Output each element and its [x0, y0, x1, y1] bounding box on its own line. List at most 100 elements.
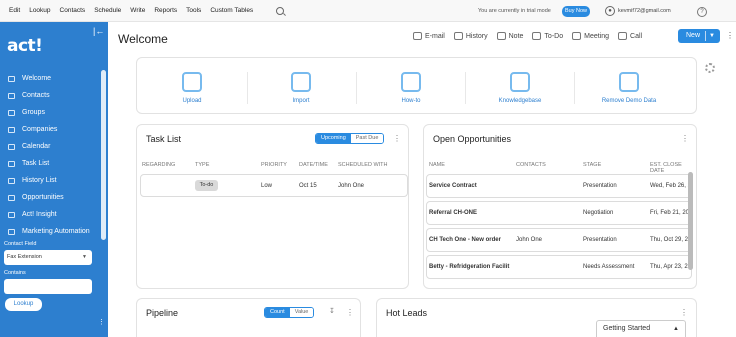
- menu-edit[interactable]: Edit: [9, 7, 20, 14]
- opportunity-name[interactable]: Referral CH-ONE: [429, 210, 477, 216]
- close-date-cell: Thu, Apr 23, 2: [650, 264, 688, 270]
- contact-field-label: Contact Field: [4, 241, 37, 247]
- chevron-down-icon[interactable]: ▼: [709, 29, 715, 43]
- buy-now-button[interactable]: Buy Now: [562, 6, 590, 17]
- new-button[interactable]: New ▼: [678, 29, 720, 43]
- tab-upcoming[interactable]: Upcoming: [316, 134, 351, 143]
- todo-button[interactable]: To-Do: [532, 30, 563, 42]
- sidebar-scrollbar[interactable]: [101, 70, 106, 240]
- stage-cell: Presentation: [583, 183, 617, 189]
- collapse-sidebar-icon[interactable]: |←: [93, 26, 104, 36]
- action-label: E-mail: [425, 32, 445, 40]
- quick-links-panel: Upload Import How-to Knowledgebase Remov…: [136, 57, 697, 114]
- remove-data-icon: [619, 72, 639, 92]
- more-vertical-icon[interactable]: ⋮: [681, 134, 689, 143]
- menu-lookup[interactable]: Lookup: [29, 7, 50, 14]
- sidebar-item-label: Groups: [22, 109, 45, 116]
- sidebar-item-label: Calendar: [22, 143, 51, 150]
- history-button[interactable]: History: [453, 30, 488, 42]
- column-header[interactable]: STAGE: [583, 162, 601, 168]
- history-icon: [453, 32, 463, 40]
- meeting-button[interactable]: Meeting: [572, 30, 609, 42]
- more-vertical-icon[interactable]: ⋮: [726, 31, 734, 40]
- more-vertical-icon[interactable]: ⋮: [346, 308, 354, 317]
- lightbulb-icon: [401, 72, 421, 92]
- lookup-button[interactable]: Lookup: [5, 298, 42, 311]
- opportunity-name[interactable]: Betty - Refridgeration Facilit: [429, 264, 509, 270]
- scrollbar[interactable]: [688, 172, 693, 270]
- contact-field-select[interactable]: Fax Extension ▼: [4, 250, 92, 265]
- header-actions: E-mail History Note To-Do Meeting Call: [413, 30, 651, 42]
- menu-custom-tables[interactable]: Custom Tables: [210, 7, 253, 14]
- card-title: Task List: [146, 134, 182, 144]
- sidebar-item-calendar[interactable]: Calendar: [0, 138, 100, 155]
- action-label: Call: [630, 32, 643, 40]
- pipeline-toggle: Count Value: [264, 307, 315, 318]
- sidebar-item-label: Companies: [22, 126, 58, 133]
- column-header[interactable]: REGARDING: [142, 162, 175, 168]
- tab-value[interactable]: Value: [289, 308, 314, 317]
- contacts-icon: [8, 92, 15, 99]
- todo-icon: [532, 32, 542, 40]
- quick-link-label: Remove Demo Data: [601, 98, 657, 104]
- stage-cell: Needs Assessment: [583, 264, 635, 270]
- getting-started-button[interactable]: Getting Started ▲: [596, 320, 686, 337]
- call-button[interactable]: Call: [618, 30, 642, 42]
- gear-icon[interactable]: [705, 63, 715, 73]
- column-header[interactable]: PRIORITY: [261, 162, 287, 168]
- column-header[interactable]: NAME: [429, 162, 445, 168]
- more-vertical-icon[interactable]: ⋮: [393, 134, 401, 143]
- sidebar-item-task-list[interactable]: Task List: [0, 155, 100, 172]
- menu-contacts[interactable]: Contacts: [60, 7, 86, 14]
- tab-count[interactable]: Count: [265, 308, 290, 317]
- meeting-icon: [572, 32, 582, 40]
- close-date-cell: Thu, Oct 29, 2: [650, 237, 689, 243]
- menu-reports[interactable]: Reports: [154, 7, 177, 14]
- download-icon[interactable]: ↧: [329, 307, 335, 315]
- opportunity-name[interactable]: Service Contract: [429, 183, 477, 189]
- contact-field-value: Fax Extension: [7, 254, 42, 260]
- sidebar-item-history-list[interactable]: History List: [0, 172, 100, 189]
- quick-link-upload[interactable]: Upload: [147, 72, 237, 104]
- question-icon[interactable]: ?: [697, 7, 707, 17]
- sidebar-item-opportunities[interactable]: Opportunities: [0, 189, 100, 206]
- sidebar-item-contacts[interactable]: Contacts: [0, 87, 100, 104]
- groups-icon: [8, 109, 15, 116]
- note-button[interactable]: Note: [496, 30, 523, 42]
- menu-schedule[interactable]: Schedule: [94, 7, 121, 14]
- more-vertical-icon[interactable]: ⋮: [680, 308, 688, 317]
- sidebar-item-welcome[interactable]: Welcome: [0, 70, 100, 87]
- table-row[interactable]: [140, 174, 408, 197]
- close-date-cell: Fri, Feb 21, 20: [650, 210, 690, 216]
- quick-link-remove-demo-data[interactable]: Remove Demo Data: [584, 72, 674, 104]
- card-title: Open Opportunities: [433, 134, 512, 144]
- opportunity-name[interactable]: CH Tech One - New order: [429, 237, 501, 243]
- more-vertical-icon[interactable]: ⋮: [98, 318, 105, 326]
- close-date-cell: Wed, Feb 26, 2: [650, 183, 691, 189]
- quick-link-knowledgebase[interactable]: Knowledgebase: [475, 72, 565, 104]
- priority-cell: Low: [261, 183, 273, 189]
- sidebar-item-marketing-automation[interactable]: Marketing Automation: [0, 223, 100, 240]
- contains-input[interactable]: [4, 279, 92, 294]
- search-icon[interactable]: [276, 7, 284, 15]
- menu-tools[interactable]: Tools: [186, 7, 201, 14]
- email-button[interactable]: E-mail: [413, 30, 445, 42]
- quick-link-import[interactable]: Import: [256, 72, 346, 104]
- sidebar-item-act-insight[interactable]: Act! Insight: [0, 206, 100, 223]
- insight-icon: [8, 211, 15, 218]
- sidebar-item-groups[interactable]: Groups: [0, 104, 100, 121]
- tab-past-due[interactable]: Past Due: [350, 134, 384, 143]
- contains-label: Contains: [4, 270, 26, 276]
- column-header[interactable]: DATE/TIME: [299, 162, 328, 168]
- user-email[interactable]: kevmif72@gmail.com: [618, 8, 671, 14]
- action-label: Meeting: [584, 32, 610, 40]
- menu-write[interactable]: Write: [130, 7, 145, 14]
- call-icon: [618, 32, 628, 40]
- sidebar-item-companies[interactable]: Companies: [0, 121, 100, 138]
- column-header[interactable]: TYPE: [195, 162, 209, 168]
- column-header[interactable]: SCHEDULED WITH: [338, 162, 388, 168]
- column-header[interactable]: CONTACTS: [516, 162, 546, 168]
- opportunities-icon: [8, 194, 15, 201]
- quick-link-how-to[interactable]: How-to: [366, 72, 456, 104]
- user-circle-icon[interactable]: ●: [605, 6, 615, 16]
